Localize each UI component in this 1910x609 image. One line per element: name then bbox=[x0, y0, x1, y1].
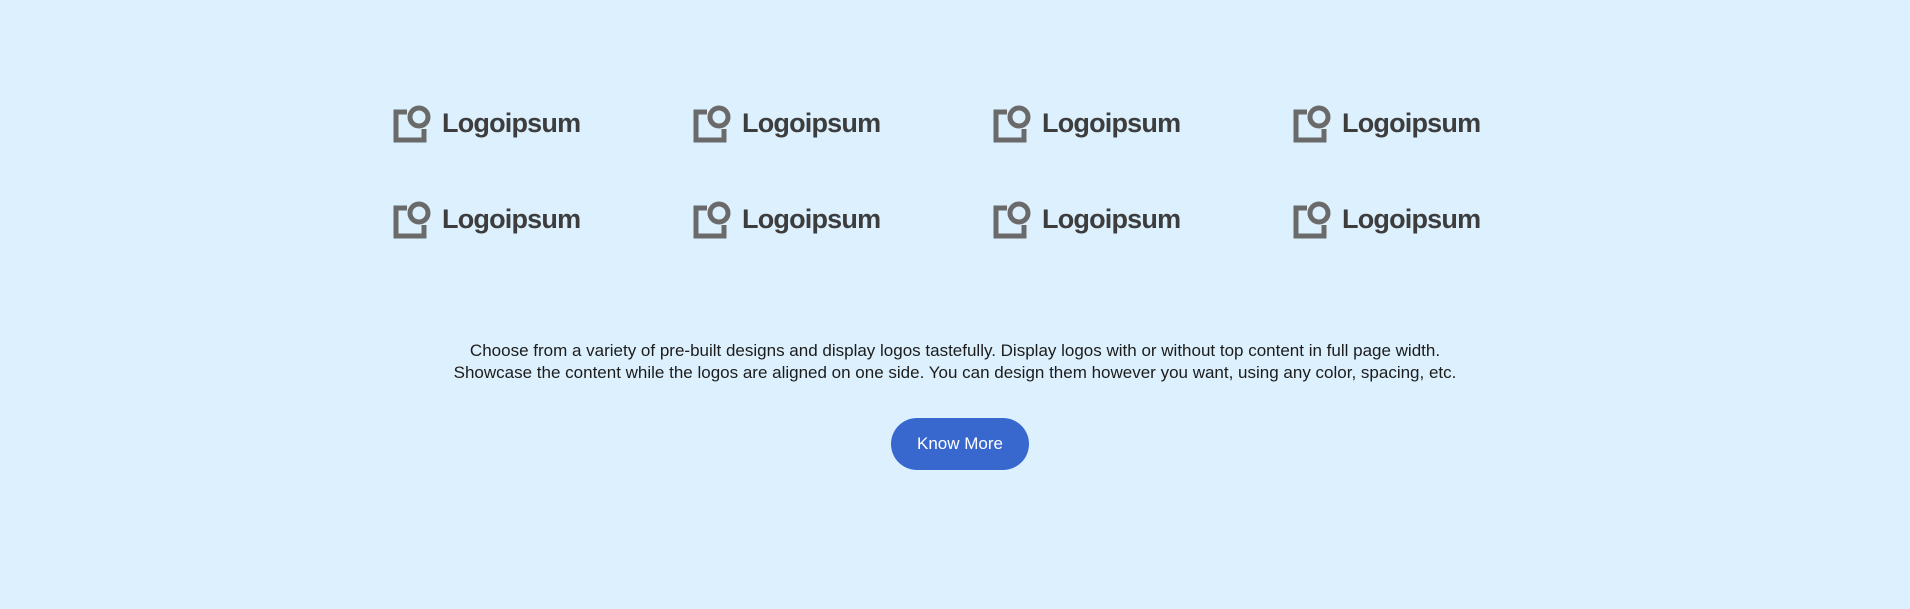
logo-item: Logoipsum bbox=[993, 103, 1181, 143]
logoipsum-icon bbox=[693, 105, 731, 143]
logo-text: Logoipsum bbox=[442, 108, 581, 138]
logo-text: Logoipsum bbox=[1042, 108, 1181, 138]
know-more-button[interactable]: Know More bbox=[891, 418, 1029, 470]
logoipsum-icon bbox=[1293, 201, 1331, 239]
logoipsum-icon bbox=[393, 201, 431, 239]
logo-item: Logoipsum bbox=[1293, 199, 1481, 239]
logo-text: Logoipsum bbox=[742, 204, 881, 234]
logoipsum-icon bbox=[1293, 105, 1331, 143]
logo-item: Logoipsum bbox=[693, 199, 881, 239]
logo-item: Logoipsum bbox=[393, 199, 581, 239]
logo-text: Logoipsum bbox=[1342, 108, 1481, 138]
logoipsum-icon bbox=[993, 105, 1031, 143]
logo-text: Logoipsum bbox=[442, 204, 581, 234]
description-text: Choose from a variety of pre-built desig… bbox=[405, 340, 1505, 384]
description-line-2: Showcase the content while the logos are… bbox=[453, 363, 1457, 382]
description-line-1: Choose from a variety of pre-built desig… bbox=[469, 341, 1441, 360]
logoipsum-icon bbox=[693, 201, 731, 239]
logoipsum-icon bbox=[993, 201, 1031, 239]
logo-text: Logoipsum bbox=[1342, 204, 1481, 234]
logo-item: Logoipsum bbox=[693, 103, 881, 143]
logo-grid: Logoipsum Logoipsum Logoipsum Logoipsum … bbox=[393, 103, 1593, 243]
logo-text: Logoipsum bbox=[742, 108, 881, 138]
logo-item: Logoipsum bbox=[393, 103, 581, 143]
logo-text: Logoipsum bbox=[1042, 204, 1181, 234]
logo-item: Logoipsum bbox=[993, 199, 1181, 239]
logo-item: Logoipsum bbox=[1293, 103, 1481, 143]
logoipsum-icon bbox=[393, 105, 431, 143]
